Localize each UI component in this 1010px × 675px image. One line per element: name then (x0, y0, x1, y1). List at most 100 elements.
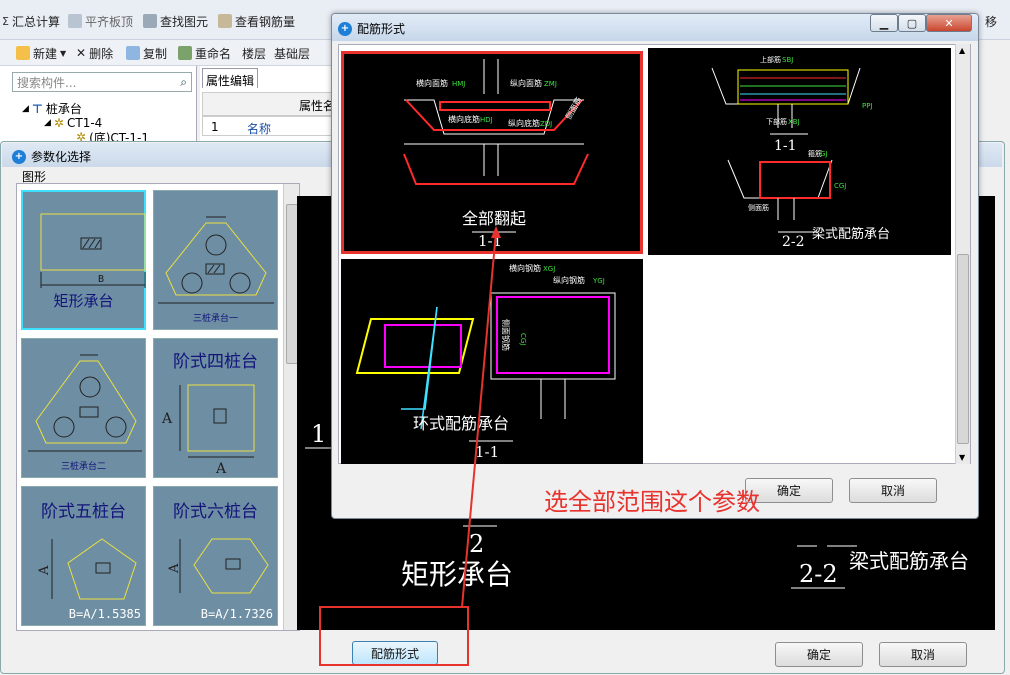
cad-label: 横向面筋 (416, 78, 448, 88)
param-window-title: 参数化选择 (31, 150, 92, 164)
cad-label: 侧面钢筋 (501, 319, 511, 351)
shape-label: 三桩承台一 (192, 314, 238, 324)
rename-icon (178, 46, 192, 60)
cad-label: 纵向面筋 (510, 78, 542, 88)
shape-three-pile-1[interactable]: 三桩承台一 (153, 190, 278, 330)
tree-item-label: CT1-4 (66, 116, 103, 130)
shape-formula: B=A/1.5385 (68, 607, 141, 621)
delete-button[interactable]: ✕ 删除 (76, 44, 113, 62)
chevron-down-icon: ▼ (60, 48, 67, 58)
option-section: 1-1 (478, 232, 502, 250)
toolbar-label: 移 (985, 14, 998, 29)
rebar-option-full-bend[interactable]: 横向面筋 HMJ 纵向面筋 ZMJ 横向底筋 HDJ 纵向底筋 ZDJ 侧面筋 … (341, 51, 643, 254)
beam-diagram: 上部筋 SBJ 下部筋 XBJ PPJ 1-1 侧面筋 CGJ 箍筋 GJ 2-… (711, 55, 890, 250)
shape-three-pile-2[interactable]: 三桩承台二 (21, 338, 146, 478)
tree-item-ct[interactable]: ◢ ✲ CT1-4 (44, 116, 102, 130)
toolbar-item-align[interactable]: 平齐板顶 (68, 12, 133, 30)
pile-cap-icon: ⊤ (31, 101, 43, 116)
full-bend-diagram: 横向面筋 HMJ 纵向面筋 ZMJ 横向底筋 HDJ 纵向底筋 ZDJ 侧面筋 … (403, 59, 589, 250)
shape-stepped-four-pile[interactable]: 阶式四桩台 A A (153, 338, 278, 478)
floor-text: 楼层 (242, 46, 267, 61)
cad-code: XGJ (543, 265, 555, 273)
cad-code: CGJ (519, 333, 527, 345)
cad-label: 横向钢筋 (509, 263, 541, 273)
app-icon: + (12, 149, 26, 164)
cad-code: ZDJ (540, 120, 552, 128)
cad-code: XBJ (788, 118, 800, 126)
toolbar-item-find[interactable]: 查找图元 (143, 12, 208, 30)
close-button[interactable]: ✕ (926, 14, 972, 32)
stepped-six-diagram: A (167, 538, 269, 594)
group-label-text: 图形 (22, 170, 47, 184)
toolbar-item-move[interactable]: 移 (985, 12, 997, 30)
tree-item-pile-cap[interactable]: ◢ ⊤ 桩承台 (22, 100, 82, 117)
scroll-down-icon[interactable]: ▼ (959, 453, 965, 462)
row-name: 名称 (247, 122, 272, 136)
section-label: 2-2 (799, 560, 838, 588)
stepped-five-diagram: A (37, 538, 137, 600)
toolbar-label: 平齐板顶 (85, 14, 134, 29)
beam-label: 梁式配筋承台 (849, 549, 969, 573)
cad-label: 纵向底筋 (508, 118, 540, 128)
toolbar-label: 查看钢筋量 (235, 14, 296, 29)
cad-code: PPJ (862, 102, 873, 110)
search-icon[interactable]: ⌕ (180, 75, 187, 90)
dim-label: A (167, 563, 182, 574)
option-label: 环式配筋承台 (413, 414, 509, 433)
cad-code: SBJ (782, 56, 793, 64)
shape-stepped-six-pile[interactable]: 阶式六桩台 A B=A/1.7326 (153, 486, 278, 626)
table-row[interactable]: 1 名称 (202, 116, 340, 136)
sum-icon: Σ (2, 14, 9, 28)
three-pile-2-diagram (28, 354, 142, 452)
new-button[interactable]: 新建 ▼ (16, 44, 66, 62)
cad-code: HDJ (480, 116, 493, 124)
scroll-up-icon[interactable]: ▲ (959, 46, 965, 55)
option-section: 1-1 (475, 443, 499, 461)
cad-label: 上部筋 (760, 55, 781, 64)
floor-label: 楼层 (242, 44, 266, 62)
rebar-option-ring[interactable]: 横向钢筋 XGJ 纵向钢筋 YGJ 侧面钢筋 CGJ 环式配筋承台 1-1 (341, 259, 643, 464)
ring-diagram: 横向钢筋 XGJ 纵向钢筋 YGJ 侧面钢筋 CGJ 环式配筋承台 1-1 (355, 263, 616, 461)
minimize-icon: ▁ (879, 16, 889, 30)
gear-icon: ✲ (53, 116, 64, 130)
section-marker: 2 (469, 530, 484, 558)
new-label: 新建 (33, 46, 58, 61)
rebar-cancel-button[interactable]: 取消 (849, 478, 937, 503)
button-label: 确定 (806, 648, 831, 662)
maximize-button[interactable]: ▢ (898, 14, 926, 32)
scrollbar-thumb[interactable] (957, 254, 969, 444)
button-label: 取消 (910, 648, 935, 662)
rename-button[interactable]: 重命名 (178, 44, 231, 62)
param-ok-button[interactable]: 确定 (775, 642, 863, 667)
component-toolbar: 新建 ▼ ✕ 删除 复制 重命名 楼层 基础层 (0, 40, 340, 66)
toolbar-item-sum[interactable]: Σ 汇总计算 (2, 12, 60, 30)
property-header-label: 属性名 (299, 99, 336, 113)
search-input[interactable]: 搜索构件... ⌕ (12, 72, 192, 92)
shape-stepped-five-pile[interactable]: 阶式五桩台 A B=A/1.5385 (21, 486, 146, 626)
shape-grid: B 矩形承台 三桩承台一 三桩承台二 阶式四桩台 A A 阶式五桩台 A B=A… (16, 183, 300, 631)
cad-code: ZMJ (544, 80, 557, 88)
dim-label: A (215, 461, 227, 477)
floor-value: 基础层 (274, 46, 311, 61)
minimize-button[interactable]: ▁ (870, 14, 898, 32)
copy-button[interactable]: 复制 (126, 44, 167, 62)
shape-rect-cap[interactable]: B 矩形承台 (21, 190, 146, 330)
option-label: 全部翻起 (462, 209, 526, 228)
cad-code: CGJ (834, 182, 846, 190)
app-icon: + (338, 21, 352, 36)
cad-label: 纵向钢筋 (553, 275, 585, 285)
property-header: 属性名 (202, 92, 340, 116)
tree-item-label: 桩承台 (45, 102, 82, 116)
param-cancel-button[interactable]: 取消 (879, 642, 967, 667)
floor-select[interactable]: 基础层 (274, 44, 310, 62)
dim-label: A (161, 411, 173, 427)
rebar-form-button[interactable]: 配筋形式 (352, 641, 438, 665)
option-label: 梁式配筋承台 (812, 226, 890, 242)
toolbar-item-view-rebar[interactable]: 查看钢筋量 (218, 12, 295, 30)
preview-title: 矩形承台 (401, 558, 513, 591)
expand-arrow-icon: ◢ (44, 118, 51, 128)
tab-property-edit[interactable]: 属性编辑 (202, 68, 258, 88)
rebar-dialog-scrollbar[interactable]: ▲ ▼ (955, 44, 970, 464)
rebar-option-beam[interactable]: 上部筋 SBJ 下部筋 XBJ PPJ 1-1 侧面筋 CGJ 箍筋 GJ 2-… (648, 48, 951, 255)
button-label: 取消 (880, 484, 905, 498)
